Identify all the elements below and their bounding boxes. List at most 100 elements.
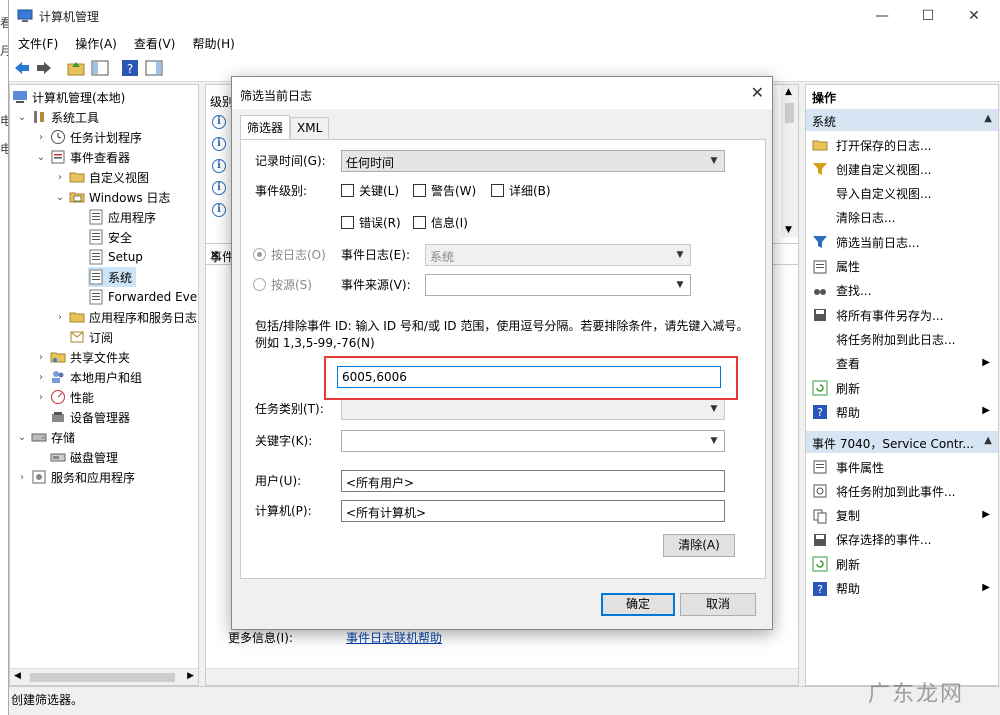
- tree-item-subscriptions[interactable]: 订阅: [69, 327, 113, 347]
- cancel-button[interactable]: 取消: [680, 593, 756, 616]
- tree-item-device-manager[interactable]: 设备管理器: [50, 407, 130, 427]
- tree-item-computer-management[interactable]: 计算机管理(本地): [12, 87, 198, 107]
- computer-input[interactable]: <所有计算机>: [341, 500, 725, 522]
- chevron-right-icon[interactable]: ›: [54, 172, 66, 183]
- chevron-down-icon[interactable]: ⌄: [16, 432, 28, 443]
- tab-xml[interactable]: XML: [290, 117, 330, 139]
- action-item[interactable]: 查找...: [806, 279, 998, 303]
- event-source-select[interactable]: ▼: [425, 274, 691, 296]
- action-item[interactable]: 事件属性: [806, 455, 998, 479]
- tree-item-security[interactable]: 安全: [88, 227, 132, 247]
- keywords-select[interactable]: ▼: [341, 430, 725, 452]
- detail-horizontal-scrollbar[interactable]: [206, 668, 798, 685]
- tree-item-event-viewer[interactable]: ⌄ 事件查看器: [35, 147, 130, 167]
- chevron-right-icon[interactable]: ›: [35, 352, 47, 363]
- maximize-button[interactable]: ☐: [905, 0, 951, 32]
- tree-item-system[interactable]: 系统: [88, 267, 137, 287]
- action-item[interactable]: 导入自定义视图...: [806, 182, 998, 206]
- computer-mgmt-icon: [12, 89, 28, 105]
- action-label: 查找...: [836, 284, 872, 299]
- warning-checkbox[interactable]: 警告(W): [413, 182, 476, 199]
- action-item[interactable]: 筛选当前日志...: [806, 230, 998, 254]
- action-item[interactable]: ? 帮助 ▶: [806, 577, 998, 601]
- chevron-down-icon[interactable]: ⌄: [54, 192, 66, 203]
- tree-item-system-tools[interactable]: ⌄ 系统工具: [16, 107, 99, 127]
- chevron-right-icon[interactable]: ›: [35, 372, 47, 383]
- scroll-up-icon[interactable]: ▲: [785, 87, 792, 97]
- action-item[interactable]: 刷新: [806, 552, 998, 576]
- tree-item-app-service-logs[interactable]: › 应用程序和服务日志: [54, 307, 197, 327]
- chevron-down-icon[interactable]: ⌄: [35, 152, 47, 163]
- menu-help[interactable]: 帮助(H): [183, 32, 242, 52]
- show-hide-action-pane-icon[interactable]: [145, 59, 163, 77]
- menu-view[interactable]: 查看(V): [125, 32, 184, 52]
- action-item[interactable]: 将任务附加到此日志...: [806, 327, 998, 351]
- critical-checkbox[interactable]: 关键(L): [341, 182, 399, 199]
- up-folder-icon[interactable]: [67, 59, 85, 77]
- chevron-down-icon[interactable]: ⌄: [16, 112, 28, 123]
- scroll-right-icon[interactable]: ▶: [187, 671, 194, 681]
- tree-item-performance[interactable]: › 性能: [35, 387, 94, 407]
- tree-item-forwarded-events[interactable]: Forwarded Eve: [88, 287, 197, 307]
- tree-item-services-applications[interactable]: › 服务和应用程序: [16, 467, 135, 487]
- scroll-left-icon[interactable]: ◀: [14, 671, 21, 681]
- by-source-radio[interactable]: 按源(S): [253, 276, 312, 293]
- ok-button[interactable]: 确定: [601, 593, 675, 616]
- back-arrow-icon[interactable]: [13, 59, 31, 77]
- tree-horizontal-scrollbar[interactable]: ◀ ▶: [10, 668, 198, 685]
- chevron-right-icon[interactable]: ›: [54, 312, 66, 323]
- scroll-down-icon[interactable]: ▼: [785, 225, 792, 235]
- scrollbar-thumb[interactable]: [785, 103, 794, 123]
- action-item[interactable]: 属性: [806, 255, 998, 279]
- event-log-select[interactable]: 系统 ▼: [425, 244, 691, 266]
- tree-item-shared-folders[interactable]: › 共享文件夹: [35, 347, 130, 367]
- forward-arrow-icon[interactable]: [35, 59, 53, 77]
- verbose-checkbox[interactable]: 详细(B): [491, 182, 551, 199]
- information-checkbox[interactable]: 信息(I): [413, 214, 468, 231]
- tree-item-application[interactable]: 应用程序: [88, 207, 156, 227]
- tree-item-custom-views[interactable]: › 自定义视图: [54, 167, 149, 187]
- error-checkbox[interactable]: 错误(R): [341, 214, 401, 231]
- action-item[interactable]: 将所有事件另存为...: [806, 303, 998, 327]
- action-item[interactable]: 打开保存的日志...: [806, 133, 998, 157]
- task-category-select[interactable]: ▼: [341, 398, 725, 420]
- chevron-right-icon[interactable]: ›: [16, 472, 28, 483]
- more-info-link[interactable]: 事件日志联机帮助: [346, 629, 442, 646]
- tree-item-local-users-groups[interactable]: › 本地用户和组: [35, 367, 142, 387]
- action-item[interactable]: 查看 ▶: [806, 352, 998, 376]
- close-button[interactable]: ✕: [951, 0, 997, 32]
- tree-item-disk-management[interactable]: 磁盘管理: [50, 447, 118, 467]
- actions-section-system[interactable]: 系统 ▲: [806, 109, 998, 131]
- tree-item-windows-logs[interactable]: ⌄ Windows 日志: [54, 187, 171, 207]
- actions-section-event[interactable]: 事件 7040，Service Contr... ▲: [806, 431, 998, 453]
- show-hide-tree-icon[interactable]: [91, 59, 109, 77]
- tree-item-setup[interactable]: Setup: [88, 247, 143, 267]
- collapse-up-icon[interactable]: ▲: [984, 113, 992, 124]
- action-item[interactable]: 创建自定义视图...: [806, 157, 998, 181]
- collapse-up-icon[interactable]: ▲: [984, 435, 992, 446]
- tree-item-task-scheduler[interactable]: › 任务计划程序: [35, 127, 142, 147]
- chevron-right-icon[interactable]: ›: [35, 132, 47, 143]
- event-list-scrollbar[interactable]: ▲ ▼: [781, 85, 798, 237]
- title-bar: 计算机管理 — ☐ ✕: [9, 0, 1000, 32]
- clear-button[interactable]: 清除(A): [663, 534, 735, 557]
- logged-time-select[interactable]: 任何时间 ▼: [341, 150, 725, 172]
- checkbox-label: 详细(B): [509, 184, 551, 198]
- action-item[interactable]: 清除日志...: [806, 206, 998, 230]
- action-item[interactable]: 将任务附加到此事件...: [806, 479, 998, 503]
- help-toolbar-icon[interactable]: ?: [121, 59, 139, 77]
- minimize-button[interactable]: —: [859, 0, 905, 32]
- action-item[interactable]: 复制 ▶: [806, 504, 998, 528]
- menu-file[interactable]: 文件(F): [9, 32, 66, 52]
- user-input[interactable]: <所有用户>: [341, 470, 725, 492]
- by-log-radio[interactable]: 按日志(O): [253, 246, 326, 263]
- action-item[interactable]: 保存选择的事件...: [806, 528, 998, 552]
- scrollbar-thumb[interactable]: [30, 673, 175, 682]
- chevron-right-icon[interactable]: ›: [35, 392, 47, 403]
- menu-action[interactable]: 操作(A): [66, 32, 125, 52]
- action-item[interactable]: 刷新: [806, 376, 998, 400]
- tab-filter[interactable]: 筛选器: [240, 115, 291, 139]
- action-item[interactable]: ? 帮助 ▶: [806, 400, 998, 424]
- close-icon[interactable]: ✕: [751, 83, 764, 102]
- tree-item-storage[interactable]: ⌄ 存储: [16, 427, 75, 447]
